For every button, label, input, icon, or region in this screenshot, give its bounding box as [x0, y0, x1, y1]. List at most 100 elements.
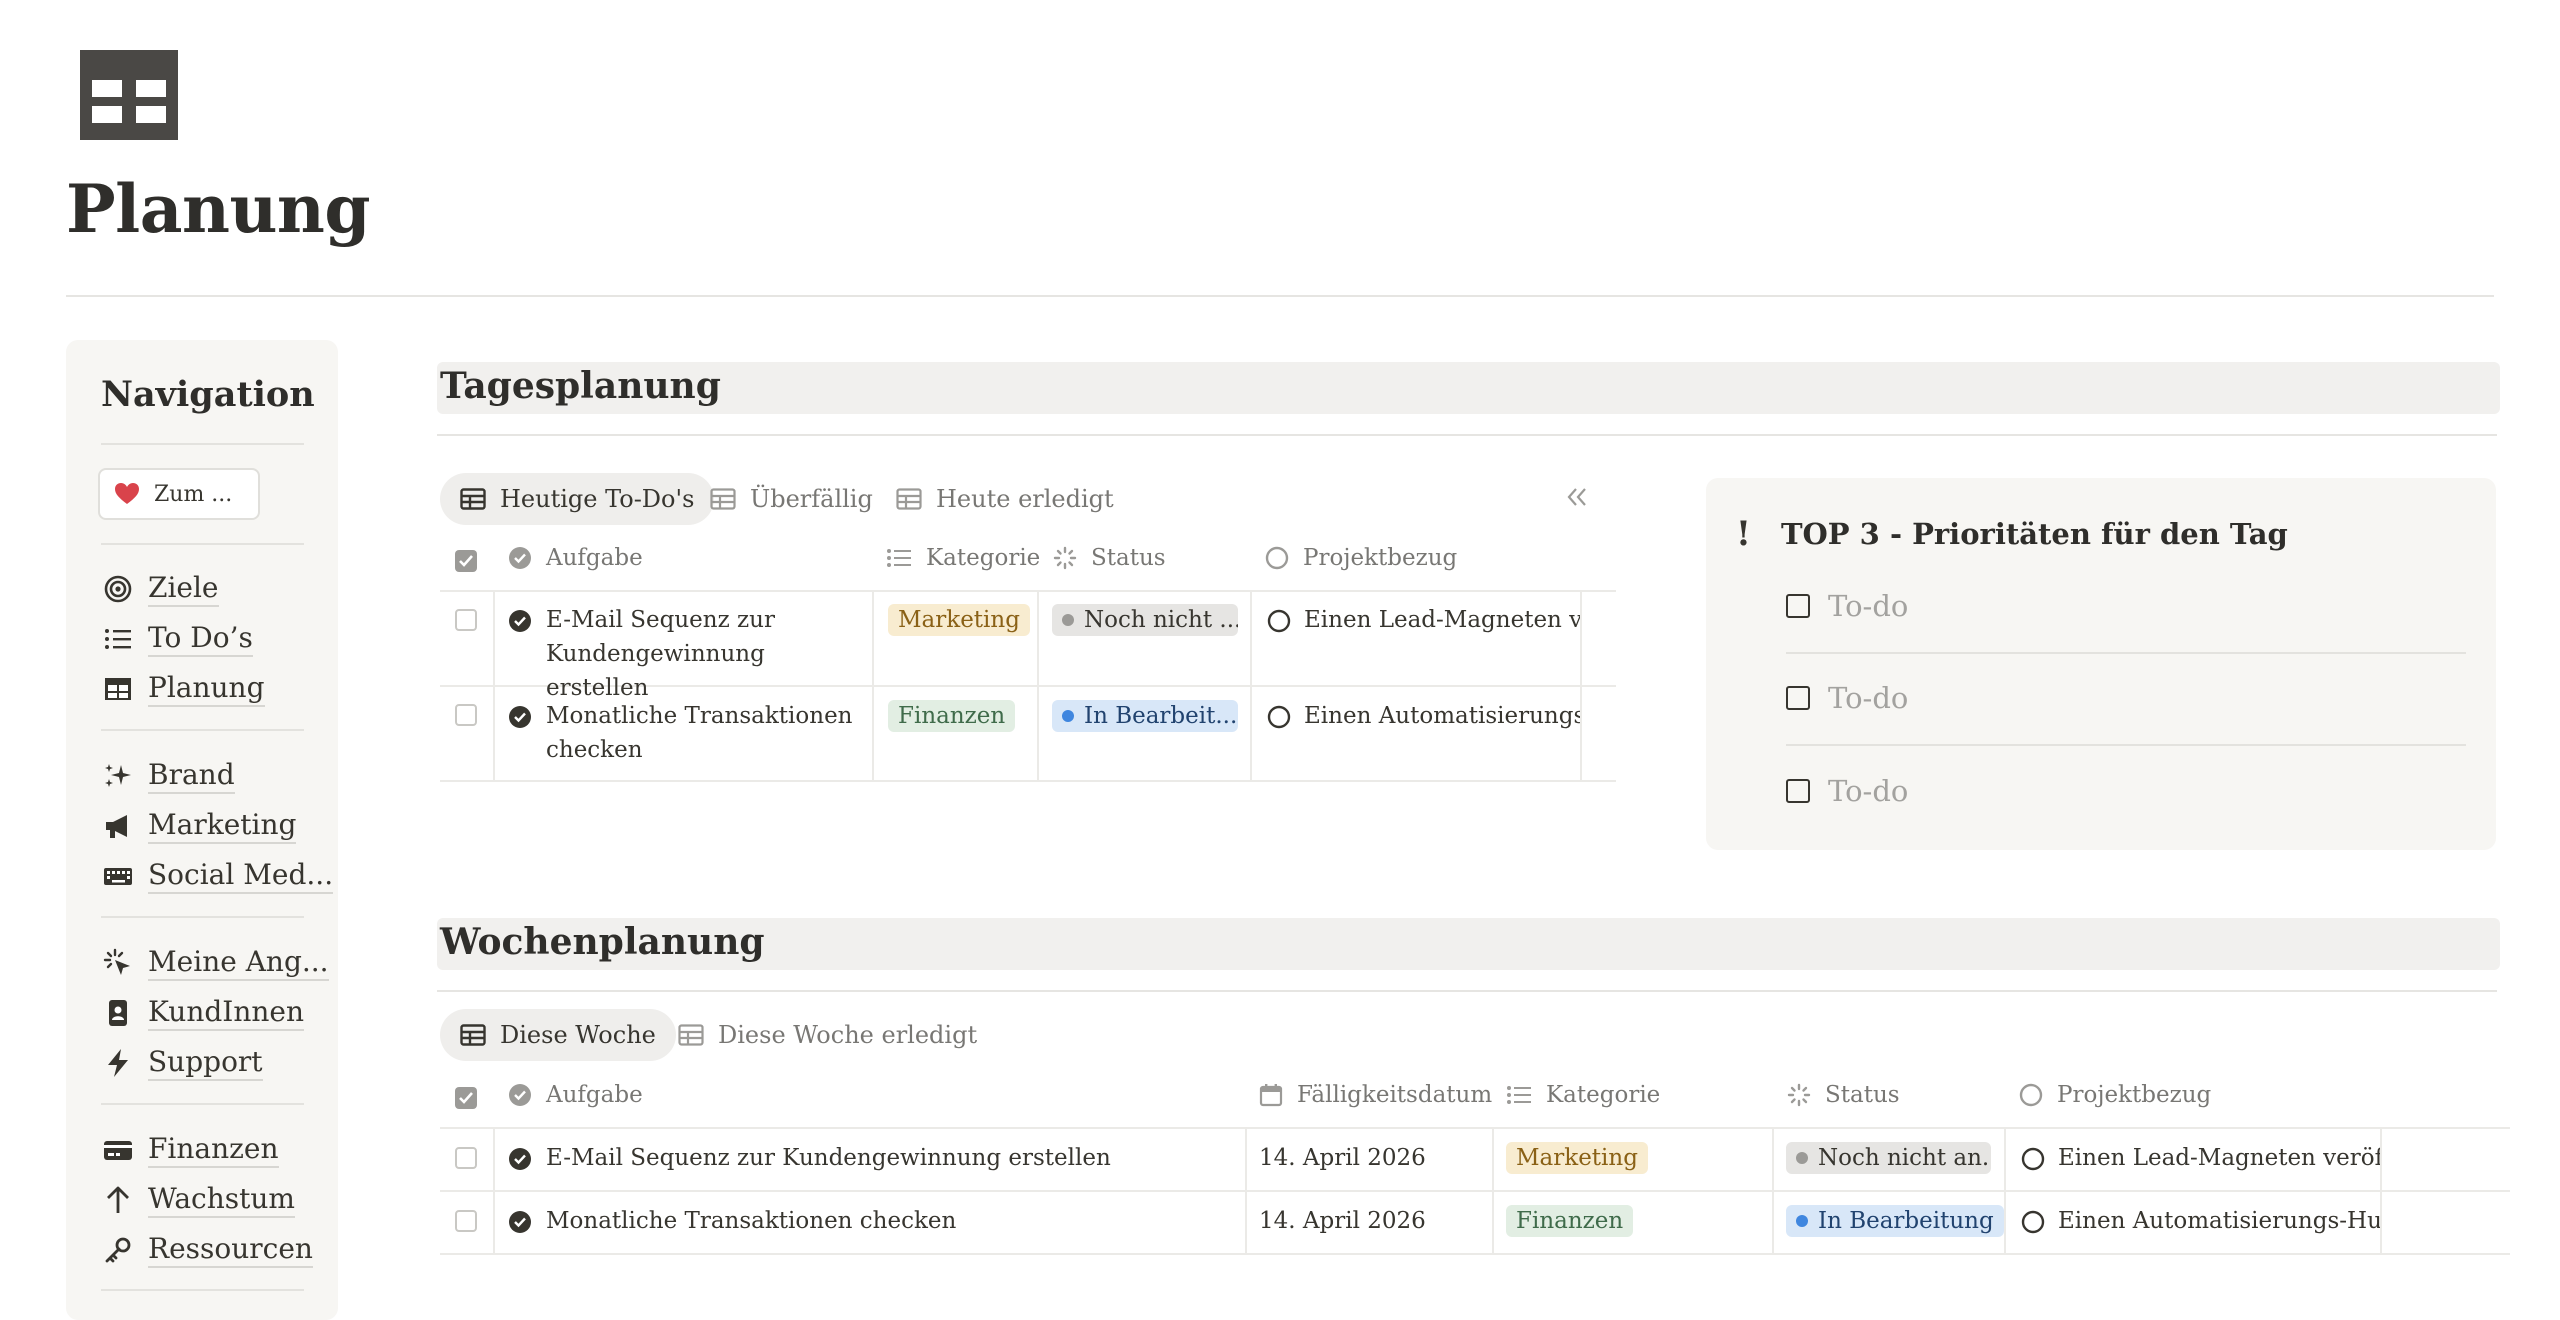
- title-divider: [66, 295, 2494, 297]
- nav-item-social-media[interactable]: Social Med...: [102, 856, 334, 896]
- relation-circle-icon: [2019, 1083, 2043, 1107]
- column-label: Status: [1825, 1082, 1900, 1108]
- click-icon: [103, 948, 130, 975]
- row-checkbox[interactable]: [455, 704, 477, 726]
- tab-diese-woche[interactable]: Diese Woche: [440, 1009, 676, 1061]
- nav-item-kundinnen[interactable]: KundInnen: [102, 993, 305, 1033]
- task-name[interactable]: E-Mail Sequenz zur Kundengewinnung erste…: [546, 603, 866, 705]
- due-date[interactable]: 14. April 2026: [1259, 1141, 1484, 1175]
- collapse-chevrons-icon[interactable]: [1566, 486, 1588, 508]
- list-icon: [1507, 1086, 1531, 1104]
- column-divider: [1580, 590, 1582, 780]
- column-faelligkeitsdatum[interactable]: Fälligkeitsdatum: [1259, 1082, 1492, 1108]
- relation-circle-icon: [2021, 1210, 2045, 1234]
- status-tag[interactable]: In Bearbeitung: [1786, 1205, 2004, 1237]
- row-checkbox[interactable]: [455, 1147, 477, 1169]
- todo-checkbox[interactable]: [1786, 779, 1810, 803]
- project-link[interactable]: Einen Automatisierungs-Hub einrichten: [1304, 699, 1580, 733]
- priorities-callout: ! TOP 3 - Prioritäten für den Tag To-do …: [1706, 478, 2496, 850]
- nav-item-support[interactable]: Support: [102, 1043, 263, 1083]
- row-checkbox[interactable]: [455, 609, 477, 631]
- column-divider: [493, 590, 495, 780]
- row-divider: [440, 1127, 2510, 1129]
- column-status[interactable]: Status: [1787, 1082, 1900, 1108]
- category-tag[interactable]: Finanzen: [1506, 1205, 1634, 1237]
- nav-item-finanzen[interactable]: Finanzen: [102, 1130, 279, 1170]
- column-kategorie[interactable]: Kategorie: [1506, 1082, 1660, 1108]
- nav-item-brand[interactable]: Brand: [102, 756, 235, 796]
- column-divider: [872, 590, 874, 780]
- column-aufgabe[interactable]: Aufgabe: [508, 1082, 643, 1108]
- todo-item[interactable]: To-do: [1786, 771, 1908, 811]
- tab-ueberfaellig[interactable]: Überfällig: [690, 473, 893, 525]
- row-checkbox[interactable]: [455, 1210, 477, 1232]
- nav-item-planung[interactable]: Planung: [102, 669, 265, 709]
- nav-item-ressourcen[interactable]: Ressourcen: [102, 1230, 313, 1270]
- project-link[interactable]: Einen Lead-Magneten veröffentlichen: [2058, 1141, 2380, 1175]
- nav-item-todos[interactable]: To Do’s: [102, 619, 253, 659]
- column-projektbezug[interactable]: Projektbezug: [2019, 1082, 2211, 1108]
- nav-item-marketing[interactable]: Marketing: [102, 806, 297, 846]
- column-kategorie[interactable]: Kategorie: [886, 545, 1040, 571]
- column-status[interactable]: Status: [1053, 545, 1166, 571]
- category-tag[interactable]: Marketing: [1506, 1142, 1648, 1174]
- category-tag[interactable]: Marketing: [888, 604, 1030, 636]
- daily-heading-text: Tagesplanung: [440, 365, 721, 407]
- todo-checkbox[interactable]: [1786, 686, 1810, 710]
- todo-placeholder[interactable]: To-do: [1828, 774, 1908, 808]
- todo-checkbox[interactable]: [1786, 594, 1810, 618]
- nav-item-angebote[interactable]: Meine Ang...: [102, 943, 329, 983]
- tab-diese-woche-erledigt[interactable]: Diese Woche erledigt: [658, 1009, 997, 1061]
- status-label: Noch nicht an...: [1818, 1145, 1991, 1171]
- divider: [1786, 652, 2466, 654]
- divider: [437, 434, 2497, 436]
- column-projektbezug[interactable]: Projektbezug: [1265, 545, 1457, 571]
- tab-heute-erledigt[interactable]: Heute erledigt: [876, 473, 1134, 525]
- divider: [101, 916, 304, 918]
- column-aufgabe[interactable]: Aufgabe: [508, 545, 643, 571]
- nav-item-label: Planung: [148, 671, 265, 707]
- due-date[interactable]: 14. April 2026: [1259, 1204, 1484, 1238]
- divider: [101, 543, 304, 545]
- todo-item[interactable]: To-do: [1786, 586, 1908, 626]
- status-label: In Bearbeit...: [1084, 703, 1238, 729]
- status-icon: [1053, 546, 1077, 570]
- lightning-icon: [108, 1049, 128, 1077]
- contact-card-icon: [109, 1000, 127, 1026]
- table-icon[interactable]: [80, 50, 178, 140]
- tab-heutige-todos[interactable]: Heutige To-Do's: [440, 473, 715, 525]
- divider: [101, 1289, 304, 1291]
- category-tag[interactable]: Finanzen: [888, 700, 1016, 732]
- status-tag[interactable]: Noch nicht ...: [1052, 604, 1238, 636]
- status-tag[interactable]: Noch nicht an...: [1786, 1142, 1991, 1174]
- nav-item-ziele[interactable]: Ziele: [102, 569, 219, 609]
- nav-item-label: Ziele: [148, 571, 219, 607]
- nav-item-wachstum[interactable]: Wachstum: [102, 1180, 295, 1220]
- project-link[interactable]: Einen Lead-Magneten veröffentlichen: [1304, 603, 1580, 637]
- status-dot: [1796, 1215, 1808, 1227]
- column-label: Kategorie: [1546, 1082, 1661, 1108]
- project-link[interactable]: Einen Automatisierungs-Hub einrichten: [2058, 1204, 2380, 1238]
- status-tag[interactable]: In Bearbeit...: [1052, 700, 1238, 732]
- column-label: Projektbezug: [2057, 1082, 2212, 1108]
- column-label: Status: [1091, 545, 1166, 571]
- target-icon: [104, 575, 132, 603]
- nav-item-label: KundInnen: [148, 995, 305, 1031]
- check-circle-icon: [509, 610, 531, 632]
- divider: [101, 1103, 304, 1105]
- nav-item-label: Finanzen: [148, 1132, 279, 1168]
- select-all-checkbox[interactable]: [455, 1087, 477, 1109]
- keyboard-icon: [104, 868, 132, 885]
- task-name[interactable]: E-Mail Sequenz zur Kundengewinnung erste…: [546, 1141, 1236, 1175]
- nav-item-label: Marketing: [148, 808, 297, 844]
- nav-item-label: To Do’s: [148, 621, 253, 657]
- todo-item[interactable]: To-do: [1786, 678, 1908, 718]
- todo-placeholder[interactable]: To-do: [1828, 681, 1908, 715]
- back-button[interactable]: Zum ...: [98, 468, 260, 520]
- task-name[interactable]: Monatliche Transaktionen checken: [546, 1204, 1236, 1238]
- todo-placeholder[interactable]: To-do: [1828, 589, 1908, 623]
- select-all-checkbox[interactable]: [455, 550, 477, 572]
- status-label: Noch nicht ...: [1084, 607, 1238, 633]
- task-name[interactable]: Monatliche Transaktionen checken: [546, 699, 866, 767]
- table-view-icon: [678, 1024, 704, 1046]
